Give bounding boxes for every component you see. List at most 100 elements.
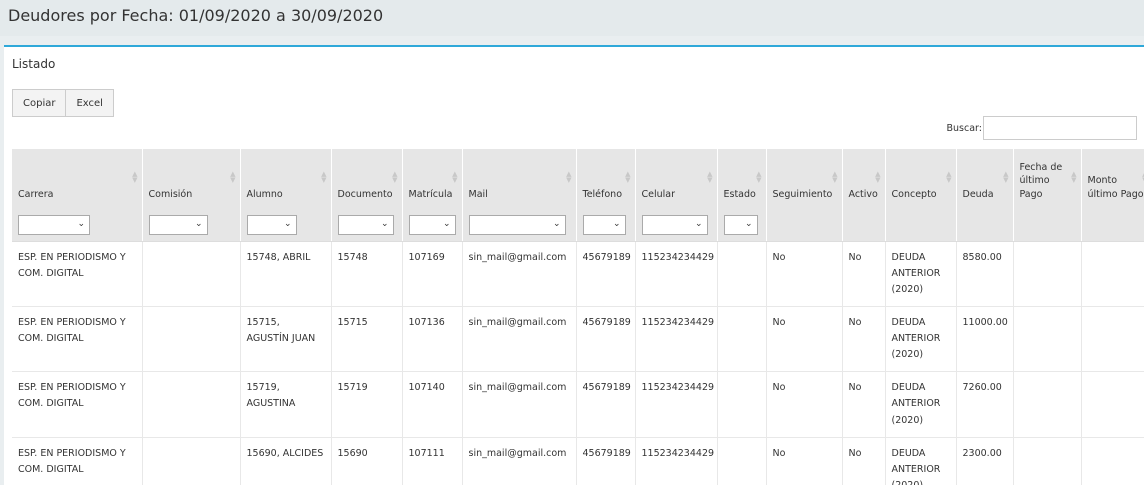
table-cell: 15748 <box>331 241 403 307</box>
chevron-down-icon: ⌄ <box>552 218 561 229</box>
column-header[interactable]: Mail ▲ ▼ <box>462 149 577 209</box>
chevron-down-icon: ⌄ <box>744 218 753 229</box>
sort-arrows-icon[interactable]: ▲▼ <box>1003 171 1008 184</box>
table-cell: ESP. EN PERIODISMO Y COM. DIGITAL <box>12 241 143 307</box>
listado-card: Listado Copiar Excel Buscar: Carrera ▲ ▼ Co… <box>4 45 1144 485</box>
excel-button[interactable]: Excel <box>66 89 114 117</box>
chevron-down-icon: ⌄ <box>442 218 451 229</box>
column-header[interactable]: Concepto ▲ ▼ <box>885 149 957 209</box>
filter-cell: ⌄ <box>576 209 636 242</box>
column-filter-select[interactable]: ⌄ <box>148 214 208 235</box>
column-header[interactable]: Matrícula ▲ ▼ <box>402 149 463 209</box>
column-filter-select[interactable]: ⌄ <box>723 214 758 235</box>
table-cell <box>717 437 767 485</box>
table-cell: No <box>766 437 843 485</box>
chevron-down-icon: ⌄ <box>694 218 703 229</box>
column-header[interactable]: Deuda ▲ ▼ <box>956 149 1014 209</box>
filter-cell <box>842 209 886 242</box>
column-header[interactable]: Estado ▲ ▼ <box>717 149 767 209</box>
filter-cell: ⌄ <box>462 209 577 242</box>
filter-cell: ⌄ <box>331 209 403 242</box>
table-cell <box>1081 241 1144 307</box>
table-cell: ESP. EN PERIODISMO Y COM. DIGITAL <box>12 306 143 373</box>
table-cell: 7260.00 <box>956 371 1014 438</box>
table-cell: 107111 <box>402 437 463 485</box>
sort-arrows-icon[interactable]: ▲▼ <box>756 171 761 184</box>
table-cell: 15690 <box>331 437 403 485</box>
column-header-label: Fecha de último Pago <box>1019 161 1063 201</box>
column-header[interactable]: Carrera ▲ ▼ <box>12 149 143 209</box>
table-cell <box>1081 306 1144 373</box>
table-header-row: Carrera ▲ ▼ Comisión ▲ ▼ Alumno ▲ ▼ Documento ▲ ▼ Ma… <box>12 149 1144 209</box>
table-cell: 45679189 <box>576 306 636 373</box>
table-body: ESP. EN PERIODISMO Y COM. DIGITAL 15748, … <box>12 241 1144 485</box>
table-cell: 15719, AGUSTINA <box>240 371 332 438</box>
page-header: Deudores por Fecha: 01/09/2020 a 30/09/2… <box>0 0 1144 36</box>
column-filter-select[interactable]: ⌄ <box>18 214 90 235</box>
sort-arrows-icon[interactable]: ▲▼ <box>946 171 951 184</box>
chevron-down-icon: ⌄ <box>194 218 203 229</box>
column-header[interactable]: Teléfono ▲ ▼ <box>576 149 636 209</box>
filter-cell <box>885 209 957 242</box>
column-header[interactable]: Fecha de último Pago ▲ ▼ <box>1013 149 1082 209</box>
table-row[interactable]: ESP. EN PERIODISMO Y COM. DIGITAL 15719, … <box>12 371 1144 438</box>
sort-arrows-icon[interactable]: ▲▼ <box>132 171 137 184</box>
table-cell <box>717 371 767 438</box>
sort-arrows-icon[interactable]: ▲▼ <box>1071 171 1076 184</box>
column-header[interactable]: Activo ▲ ▼ <box>842 149 886 209</box>
sort-arrows-icon[interactable]: ▲▼ <box>875 171 880 184</box>
table-cell: 107136 <box>402 306 463 373</box>
sort-arrows-icon[interactable]: ▲▼ <box>230 171 235 184</box>
column-header[interactable]: Documento ▲ ▼ <box>331 149 403 209</box>
table-cell: 115234234429 <box>635 371 718 438</box>
sort-arrows-icon[interactable]: ▲▼ <box>392 171 397 184</box>
search-input[interactable] <box>983 116 1137 140</box>
table-cell: No <box>842 437 886 485</box>
filter-cell: ⌄ <box>635 209 718 242</box>
table-cell: No <box>766 241 843 307</box>
column-filter-select[interactable]: ⌄ <box>408 214 456 235</box>
sort-arrows-icon[interactable]: ▲▼ <box>707 171 712 184</box>
column-header[interactable]: Monto último Pago▲▼ <box>1081 149 1144 209</box>
filter-cell: ⌄ <box>402 209 463 242</box>
table-cell: sin_mail@gmail.com <box>462 241 577 307</box>
table-cell <box>1081 371 1144 438</box>
column-filter-select[interactable]: ⌄ <box>641 214 708 235</box>
column-filter-select[interactable]: ⌄ <box>337 214 394 235</box>
column-header[interactable]: Celular ▲ ▼ <box>635 149 718 209</box>
table-cell <box>717 241 767 307</box>
column-header[interactable]: Alumno ▲ ▼ <box>240 149 332 209</box>
table-cell: No <box>842 306 886 373</box>
table-cell: No <box>766 371 843 438</box>
column-header-label: Mail <box>468 189 488 201</box>
table-cell: sin_mail@gmail.com <box>462 371 577 438</box>
sort-arrows-icon[interactable]: ▲▼ <box>321 171 326 184</box>
chevron-down-icon: ⌄ <box>283 218 292 229</box>
column-filter-select[interactable]: ⌄ <box>468 214 566 235</box>
column-header-label: Seguimiento <box>772 189 833 201</box>
column-header-label: Activo <box>848 189 878 201</box>
table-cell: No <box>766 306 843 373</box>
column-header[interactable]: Comisión ▲ ▼ <box>142 149 241 209</box>
table-cell: 45679189 <box>576 437 636 485</box>
sort-arrows-icon[interactable]: ▲▼ <box>832 171 837 184</box>
sort-arrows-icon[interactable]: ▲▼ <box>566 171 571 184</box>
table-cell: 15715, AGUSTÍN JUAN <box>240 306 332 373</box>
table-cell: DEUDA ANTERIOR (2020) <box>885 306 957 373</box>
copy-button[interactable]: Copiar <box>12 89 67 117</box>
table-cell: sin_mail@gmail.com <box>462 437 577 485</box>
table-cell <box>1013 306 1082 373</box>
table-row[interactable]: ESP. EN PERIODISMO Y COM. DIGITAL 15690, … <box>12 437 1144 485</box>
debtors-table: Carrera ▲ ▼ Comisión ▲ ▼ Alumno ▲ ▼ Documento ▲ ▼ Ma… <box>12 149 1144 485</box>
sort-arrows-icon[interactable]: ▲▼ <box>452 171 457 184</box>
column-header[interactable]: Seguimiento ▲ ▼ <box>766 149 843 209</box>
table-cell: 8580.00 <box>956 241 1014 307</box>
table-cell <box>1013 437 1082 485</box>
table-row[interactable]: ESP. EN PERIODISMO Y COM. DIGITAL 15715, … <box>12 306 1144 373</box>
column-header-label: Comisión <box>148 189 193 201</box>
column-filter-select[interactable]: ⌄ <box>246 214 297 235</box>
sort-arrows-icon[interactable]: ▲▼ <box>625 171 630 184</box>
column-filter-select[interactable]: ⌄ <box>582 214 626 235</box>
filter-cell: ⌄ <box>717 209 767 242</box>
table-row[interactable]: ESP. EN PERIODISMO Y COM. DIGITAL 15748, … <box>12 241 1144 307</box>
